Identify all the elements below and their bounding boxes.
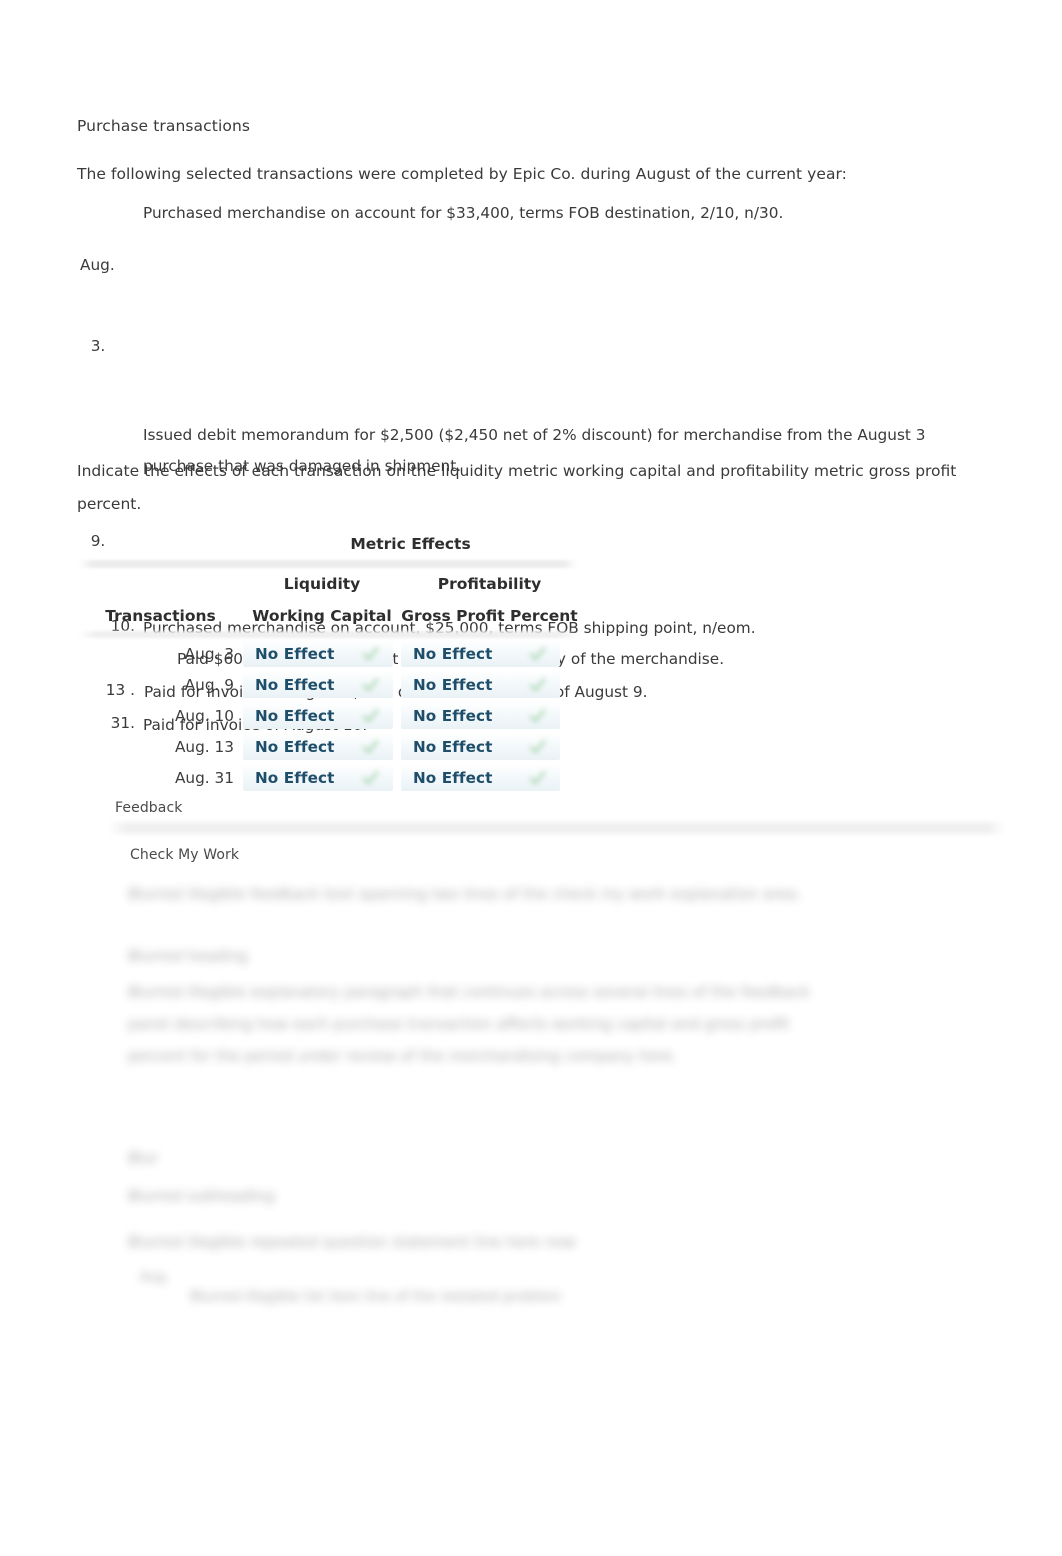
column-header-divider (78, 631, 578, 638)
empty-header-cell (78, 528, 243, 560)
transaction-day: 3. (90, 337, 106, 355)
transaction-text: Purchased merchandise on account for $33… (141, 198, 997, 229)
gross-profit-percent-select[interactable]: No Effect (401, 669, 578, 700)
checkmark-icon (362, 769, 379, 786)
feedback-divider (108, 822, 1006, 834)
feedback-label: Feedback (115, 800, 183, 816)
check-my-work-label: Check My Work (130, 847, 240, 863)
checkmark-icon (362, 645, 379, 662)
table-row: Aug. 10 No Effect No Effect (78, 700, 578, 731)
page-title: Purchase transactions (77, 117, 251, 135)
working-capital-header: Working Capital (252, 606, 392, 625)
intro-paragraph: The following selected transactions were… (77, 165, 847, 183)
worksheet-page: Purchase transactions The following sele… (0, 0, 1062, 1556)
feedback-blurred-list-text: Blurred illegible list item line of the … (190, 1289, 562, 1305)
row-date: Aug. 9 (184, 675, 234, 694)
instruction-paragraph: Indicate the effects of each transaction… (77, 462, 957, 513)
working-capital-select[interactable]: No Effect (243, 700, 401, 731)
checkmark-icon (529, 645, 546, 662)
feedback-blurred-list-date: Aug. (140, 1270, 170, 1285)
selected-value: No Effect (413, 768, 493, 787)
checkmark-icon (529, 676, 546, 693)
divider-line (78, 631, 578, 638)
working-capital-select[interactable]: No Effect (243, 638, 401, 669)
table-row: Aug. 3 No Effect No Effect (78, 638, 578, 669)
profitability-header: Profitability (437, 575, 542, 593)
empty-subheader-cell (78, 568, 243, 600)
working-capital-select[interactable]: No Effect (243, 731, 401, 762)
table-row: Aug. 31 No Effect No Effect (78, 762, 578, 793)
metric-effects-table: Metric Effects Liquidity Profitability T… (78, 528, 578, 793)
selected-value: No Effect (413, 675, 493, 694)
row-date: Aug. 3 (184, 644, 234, 663)
row-date: Aug. 10 (174, 706, 234, 725)
list-item: Aug. 3. Purchased merchandise on account… (77, 198, 997, 414)
selected-value: No Effect (413, 644, 493, 663)
header-divider (78, 560, 578, 568)
table-column-header-row: Transactions Working Capital Gross Profi… (78, 600, 578, 631)
gross-profit-percent-select[interactable]: No Effect (401, 731, 578, 762)
metric-effects-header: Metric Effects (350, 535, 471, 553)
feedback-blurred-paragraph: Blurred illegible repeated question stat… (128, 1233, 576, 1251)
checkmark-icon (362, 738, 379, 755)
selected-value: No Effect (255, 706, 335, 725)
selected-value: No Effect (255, 675, 335, 694)
table-row: Aug. 9 No Effect No Effect (78, 669, 578, 700)
transaction-month: Aug. (80, 256, 115, 274)
working-capital-select[interactable]: No Effect (243, 762, 401, 793)
transaction-text-line: Purchased merchandise on account for $33… (143, 204, 784, 222)
selected-value: No Effect (255, 644, 335, 663)
checkmark-icon (362, 707, 379, 724)
selected-value: No Effect (255, 768, 335, 787)
checkmark-icon (529, 769, 546, 786)
table-row: Aug. 13 No Effect No Effect (78, 731, 578, 762)
feedback-blurred-paragraph: Blurred illegible feedback text spanning… (128, 885, 802, 903)
table-group-header-row: Metric Effects (78, 528, 578, 560)
row-date: Aug. 13 (174, 737, 234, 756)
checkmark-icon (529, 707, 546, 724)
divider-line (78, 560, 578, 568)
selected-value: No Effect (413, 706, 493, 725)
table-subheader-row: Liquidity Profitability (78, 568, 578, 600)
transaction-date: Aug. 3. (77, 198, 141, 414)
feedback-blurred-heading: Blurred subheading (128, 1187, 275, 1205)
checkmark-icon (529, 738, 546, 755)
transactions-header: Transactions (105, 606, 216, 625)
feedback-blurred-paragraph: Blurred illegible explanatory paragraph … (128, 983, 815, 1065)
table-body: Aug. 3 No Effect No Effect Aug. 9 No Eff… (78, 638, 578, 793)
working-capital-select[interactable]: No Effect (243, 669, 401, 700)
row-date: Aug. 31 (174, 768, 234, 787)
gross-profit-percent-select[interactable]: No Effect (401, 638, 578, 669)
gross-profit-percent-select[interactable]: No Effect (401, 700, 578, 731)
feedback-blurred-heading: Blur (128, 1149, 159, 1167)
checkmark-icon (362, 676, 379, 693)
selected-value: No Effect (413, 737, 493, 756)
gross-profit-percent-select[interactable]: No Effect (401, 762, 578, 793)
liquidity-header: Liquidity (283, 575, 361, 593)
gross-profit-percent-header: Gross Profit Percent (401, 606, 578, 625)
feedback-blurred-heading: Blurred heading (128, 947, 248, 965)
selected-value: No Effect (255, 737, 335, 756)
